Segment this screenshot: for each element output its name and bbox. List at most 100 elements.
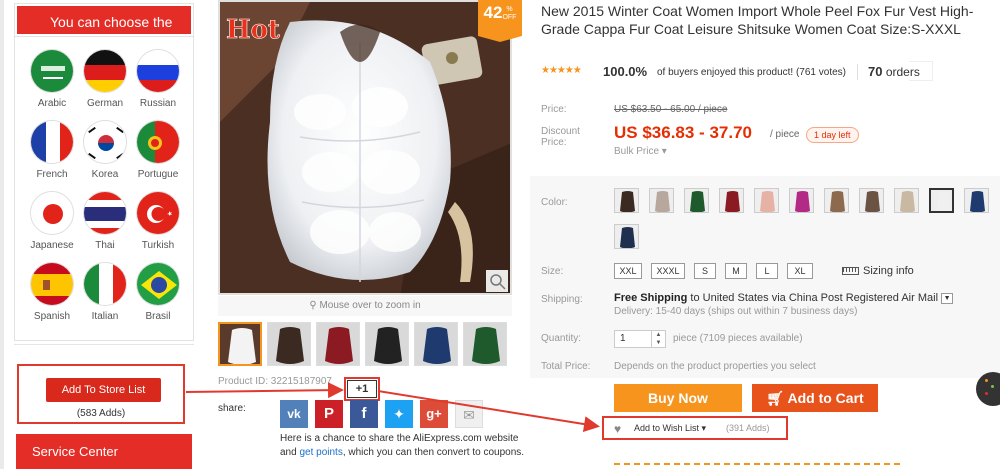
add-to-cart-button[interactable]: 🛒︎ Add to Cart xyxy=(752,384,878,412)
add-to-store-list-button[interactable]: Add To Store List xyxy=(46,378,161,402)
discount-percent-sign: % xyxy=(506,6,513,13)
sizing-info-link[interactable]: Sizing info xyxy=(842,265,914,277)
cart-icon: 🛒︎ xyxy=(766,390,788,406)
language-option[interactable]: Turkish xyxy=(130,191,186,251)
thumbnail[interactable] xyxy=(463,322,507,366)
language-panel-header: You can choose the xyxy=(14,3,194,37)
arrow-to-plus-one xyxy=(185,382,344,399)
size-option[interactable]: L xyxy=(756,263,778,279)
discount-badge: 42% OFF xyxy=(478,0,522,36)
product-id: Product ID: 32215187907 xyxy=(218,376,332,387)
language-label: Brasil xyxy=(145,311,171,322)
color-swatch[interactable] xyxy=(859,188,884,213)
rating-percent: 100.0% xyxy=(603,64,648,79)
price-label: Price: xyxy=(541,104,567,115)
add-to-wish-list-link[interactable]: Add to Wish List ▾ xyxy=(634,423,706,434)
floating-widget[interactable] xyxy=(976,372,1000,406)
language-label: German xyxy=(86,98,124,109)
vk-icon[interactable]: vk xyxy=(280,400,308,428)
google-plus-icon[interactable]: g+ xyxy=(420,400,448,428)
discount-price-label: Discount Price: xyxy=(541,126,580,148)
color-swatch[interactable] xyxy=(824,188,849,213)
color-swatch[interactable] xyxy=(719,188,744,213)
brazilian-flag-icon xyxy=(136,262,180,306)
language-label: French xyxy=(36,169,68,180)
language-option[interactable]: Portugue xyxy=(130,120,186,180)
price-unit: / piece xyxy=(770,129,800,140)
zoom-hint: ⚲ Mouse over to zoom in xyxy=(218,296,512,316)
thumbnail[interactable] xyxy=(414,322,458,366)
language-option[interactable]: Russian xyxy=(130,49,186,109)
divider xyxy=(857,64,858,80)
email-icon[interactable]: ✉ xyxy=(455,400,483,428)
language-label: Italian xyxy=(91,311,119,322)
color-swatch[interactable] xyxy=(684,188,709,213)
color-swatch[interactable] xyxy=(929,188,954,213)
total-price-value: Depends on the product properties you se… xyxy=(614,361,816,372)
color-swatch[interactable] xyxy=(754,188,779,213)
quantity-stepper[interactable]: ▲ ▼ xyxy=(651,331,665,347)
share-label: share: xyxy=(218,403,246,414)
get-points-link[interactable]: get points xyxy=(299,447,342,458)
language-option[interactable]: German xyxy=(77,49,133,109)
thumbnail[interactable] xyxy=(316,322,360,366)
quantity-label: Quantity: xyxy=(541,333,582,344)
language-option[interactable]: French xyxy=(24,120,80,180)
pinterest-icon[interactable]: P xyxy=(315,400,343,428)
color-swatch[interactable] xyxy=(614,188,639,213)
thai-flag-icon xyxy=(83,191,127,235)
language-option[interactable]: Italian xyxy=(77,262,133,322)
german-flag-icon xyxy=(83,49,127,93)
magnifier-icon: ⚲ xyxy=(309,300,320,311)
size-option[interactable]: XXXL xyxy=(651,263,685,279)
shipping-label: Shipping: xyxy=(541,294,583,305)
language-label: Turkish xyxy=(141,240,175,251)
language-label: Russian xyxy=(139,98,177,109)
language-panel: You can choose the Arabic German Russian Fr… xyxy=(14,3,194,341)
twitter-icon[interactable]: ✦ xyxy=(385,400,413,428)
shipping-dropdown-icon[interactable]: ▼ xyxy=(941,292,954,304)
language-option[interactable]: Arabic xyxy=(24,49,80,109)
turkish-flag-icon xyxy=(136,191,180,235)
language-option[interactable]: Spanish xyxy=(24,262,80,322)
size-option[interactable]: XXL xyxy=(614,263,642,279)
product-main-image[interactable]: Hot xyxy=(218,0,512,295)
language-option[interactable]: Brasil xyxy=(130,262,186,322)
language-label: Arabic xyxy=(37,98,67,109)
page-rail xyxy=(0,0,4,469)
thumbnail[interactable] xyxy=(218,322,262,366)
color-swatch[interactable] xyxy=(894,188,919,213)
language-option[interactable]: Japanese xyxy=(24,191,80,251)
facebook-icon[interactable]: f xyxy=(350,400,378,428)
color-swatch[interactable] xyxy=(649,188,674,213)
product-page: You can choose the Arabic German Russian Fr… xyxy=(0,0,1000,469)
share-info-text: Here is a chance to share the AliExpress… xyxy=(280,433,525,458)
color-swatch[interactable] xyxy=(964,188,989,213)
size-option[interactable]: M xyxy=(725,263,747,279)
store-list-count: (583 Adds) xyxy=(76,408,126,419)
language-option[interactable]: Thai xyxy=(77,191,133,251)
language-label: Korea xyxy=(91,169,119,180)
size-option[interactable]: S xyxy=(694,263,716,279)
korean-flag-icon xyxy=(83,120,127,164)
add-to-wish-list-box[interactable]: ♥ Add to Wish List ▾ (391 Adds) xyxy=(602,416,788,440)
size-option[interactable]: XL xyxy=(787,263,813,279)
original-price: US $63.50 - 65.00 / piece xyxy=(614,104,728,115)
heart-icon: ♥ xyxy=(614,422,622,436)
language-option[interactable]: Korea xyxy=(77,120,133,180)
color-swatch[interactable] xyxy=(789,188,814,213)
service-center-tab[interactable]: Service Center xyxy=(16,434,192,469)
size-label: Size: xyxy=(541,266,564,277)
thumbnail[interactable] xyxy=(267,322,311,366)
spanish-flag-icon xyxy=(30,262,74,306)
color-swatch[interactable] xyxy=(614,224,639,249)
thumbnail[interactable] xyxy=(365,322,409,366)
buy-now-button[interactable]: Buy Now xyxy=(614,384,742,412)
ruler-icon xyxy=(842,267,859,276)
russian-flag-icon xyxy=(136,49,180,93)
store-list-box: Add To Store List (583 Adds) xyxy=(17,364,185,424)
divider xyxy=(614,463,900,467)
delivery-time: Delivery: 15-40 days (ships out within 7… xyxy=(614,306,858,317)
bulk-price-link[interactable]: Bulk Price ▾ xyxy=(614,146,667,157)
google-plus-one-button[interactable]: +1 xyxy=(344,377,380,401)
